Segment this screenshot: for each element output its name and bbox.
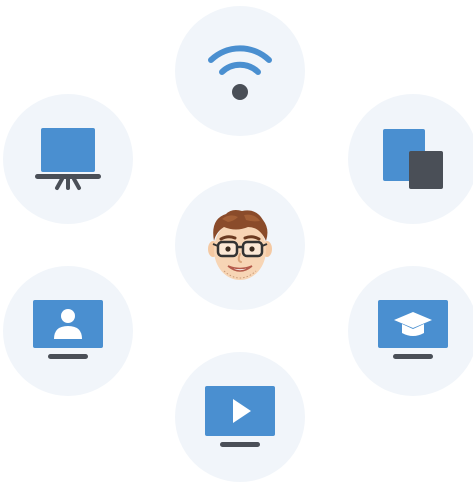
video-circle[interactable] xyxy=(175,352,305,482)
user-monitor-icon xyxy=(33,300,103,359)
devices-icon xyxy=(383,129,443,189)
avatar xyxy=(208,210,272,280)
presentation-circle[interactable] xyxy=(3,94,133,224)
play-monitor-icon xyxy=(205,386,275,447)
wifi-circle[interactable] xyxy=(175,6,305,136)
graduation-cap-monitor-icon xyxy=(378,300,448,359)
devices-circle[interactable] xyxy=(348,94,473,224)
user-circle[interactable] xyxy=(3,266,133,396)
avatar-circle xyxy=(175,180,305,310)
education-circle[interactable] xyxy=(348,266,473,396)
projector-screen-icon xyxy=(35,128,101,190)
wifi-icon xyxy=(208,45,272,100)
